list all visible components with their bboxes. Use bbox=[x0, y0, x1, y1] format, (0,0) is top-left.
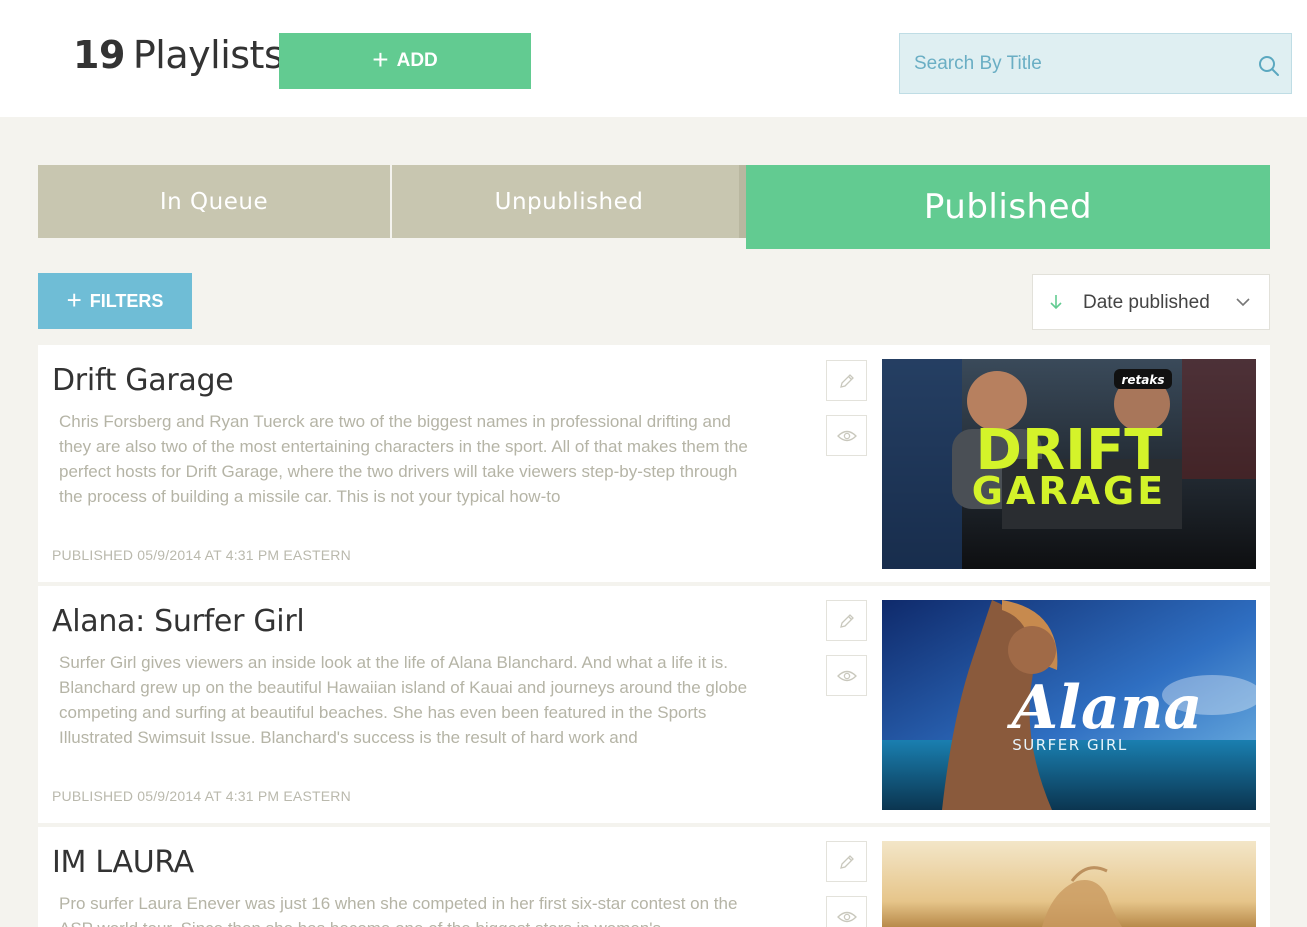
add-button-label: ADD bbox=[396, 50, 438, 71]
search-icon[interactable] bbox=[1257, 54, 1281, 78]
page-title: 19 Playlists bbox=[73, 33, 284, 77]
thumb-title-line1: Alana bbox=[1007, 673, 1203, 743]
preview-button[interactable] bbox=[826, 415, 867, 456]
plus-icon: + bbox=[66, 284, 82, 315]
filters-label: FILTERS bbox=[89, 290, 164, 311]
thumb-title-line2: SURFER GIRL bbox=[1012, 736, 1128, 754]
tab-in-queue[interactable]: In Queue bbox=[38, 165, 390, 238]
edit-button[interactable] bbox=[826, 841, 867, 882]
thumb-title-line2: GARAGE bbox=[972, 469, 1166, 513]
playlist-title[interactable]: Drift Garage bbox=[52, 363, 234, 398]
edit-button[interactable] bbox=[826, 600, 867, 641]
edit-button[interactable] bbox=[826, 360, 867, 401]
pencil-icon bbox=[839, 613, 854, 628]
eye-icon bbox=[836, 670, 857, 681]
playlist-count: 19 bbox=[73, 33, 125, 77]
tab-divider bbox=[739, 165, 746, 238]
playlist-description: Chris Forsberg and Ryan Tuerck are two o… bbox=[59, 412, 748, 506]
pencil-icon bbox=[839, 373, 854, 388]
eye-icon bbox=[836, 911, 857, 922]
playlist-description: Surfer Girl gives viewers an inside look… bbox=[59, 653, 748, 747]
chevron-down-icon bbox=[1236, 298, 1250, 307]
sort-label: Date published bbox=[1083, 292, 1210, 313]
playlist-card[interactable]: IM LAURA Pro surfer Laura Enever was jus… bbox=[38, 827, 1270, 927]
playlist-description: Pro surfer Laura Enever was just 16 when… bbox=[59, 894, 738, 927]
search-box bbox=[899, 33, 1292, 94]
search-input[interactable] bbox=[900, 34, 1240, 93]
playlist-title[interactable]: IM LAURA bbox=[52, 845, 194, 880]
published-date: PUBLISHED 05/9/2014 AT 4:31 PM EASTERN bbox=[52, 788, 351, 804]
playlist-thumbnail[interactable]: retaks DRIFT GARAGE bbox=[882, 359, 1256, 569]
thumb-cap-text: retaks bbox=[1121, 373, 1164, 387]
published-date: PUBLISHED 05/9/2014 AT 4:31 PM EASTERN bbox=[52, 547, 351, 563]
eye-icon bbox=[836, 430, 857, 441]
add-playlist-button[interactable]: + ADD bbox=[279, 33, 531, 89]
tab-published[interactable]: Published bbox=[746, 165, 1270, 249]
status-tabs: In Queue Unpublished Published bbox=[38, 165, 1270, 250]
playlist-card[interactable]: Drift Garage Chris Forsberg and Ryan Tue… bbox=[38, 345, 1270, 582]
page-header: 19 Playlists + ADD bbox=[0, 0, 1307, 117]
preview-button[interactable] bbox=[826, 896, 867, 927]
playlist-title[interactable]: Alana: Surfer Girl bbox=[52, 604, 305, 639]
tab-unpublished[interactable]: Unpublished bbox=[392, 165, 746, 238]
pencil-icon bbox=[839, 854, 854, 869]
playlist-thumbnail[interactable]: Alana SURFER GIRL bbox=[882, 600, 1256, 810]
preview-button[interactable] bbox=[826, 655, 867, 696]
playlist-thumbnail[interactable] bbox=[882, 841, 1256, 927]
plus-icon: + bbox=[372, 43, 389, 75]
sort-dropdown[interactable]: Date published bbox=[1032, 274, 1270, 330]
arrow-down-icon bbox=[1050, 295, 1062, 310]
playlist-count-label: Playlists bbox=[132, 33, 284, 77]
filters-button[interactable]: + FILTERS bbox=[38, 273, 192, 329]
playlist-card[interactable]: Alana: Surfer Girl Surfer Girl gives vie… bbox=[38, 586, 1270, 823]
